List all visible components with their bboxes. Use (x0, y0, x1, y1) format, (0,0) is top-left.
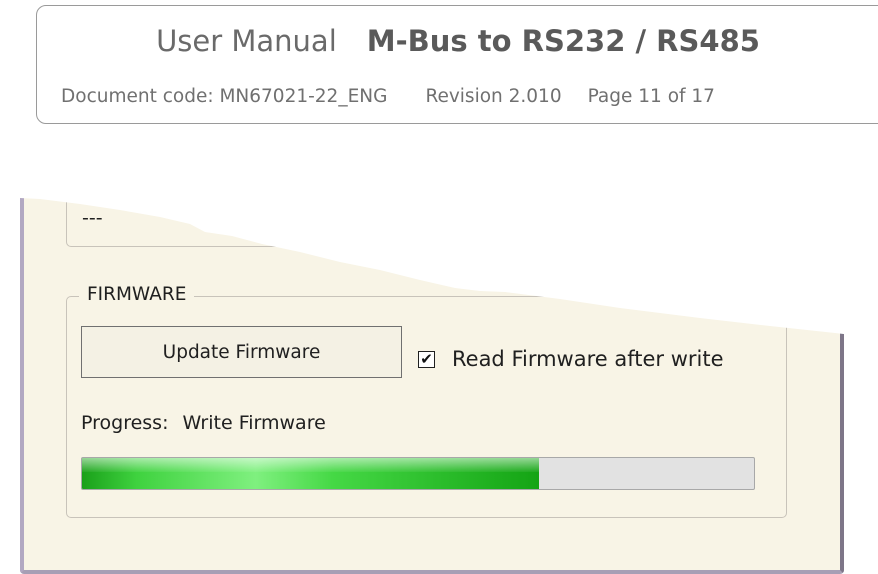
document-meta: Document code: MN67021-22_ENG Revision 2.… (61, 86, 715, 107)
document-code: Document code: MN67021-22_ENG (61, 86, 388, 107)
document-revision: Revision 2.010 (425, 86, 562, 107)
title-regular: User Manual (156, 24, 337, 58)
document-title: User Manual M-Bus to RS232 / RS485 (37, 24, 878, 58)
title-product: M-Bus to RS232 / RS485 (366, 24, 760, 58)
document-header: User Manual M-Bus to RS232 / RS485 Docume… (36, 5, 878, 124)
screenshot-fragment: --- FIRMWARE Update Firmware ✔ Read Firm… (0, 170, 878, 574)
torn-edge-overlay (0, 170, 878, 338)
document-page: Page 11 of 17 (587, 86, 715, 107)
